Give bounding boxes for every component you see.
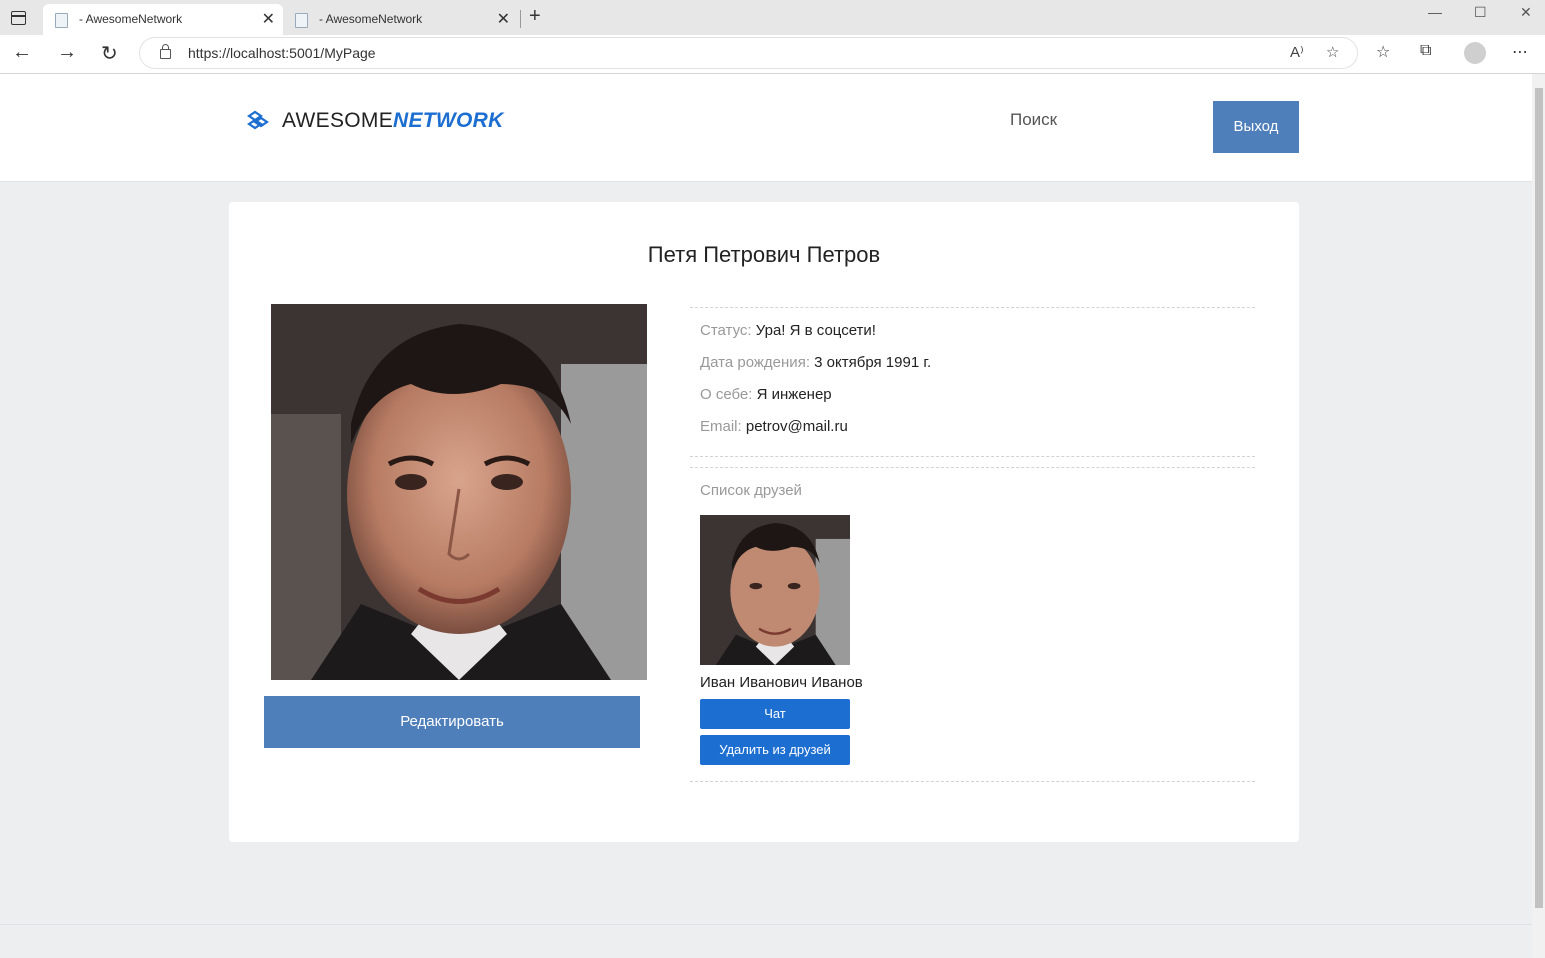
page-scrollbar[interactable] xyxy=(1532,74,1545,958)
status-value: Ура! Я в соцсети! xyxy=(755,322,876,339)
logo-icon xyxy=(247,110,269,130)
divider xyxy=(690,467,1255,468)
status-label: Статус: xyxy=(700,322,752,339)
forward-icon[interactable]: → xyxy=(57,41,77,64)
tab-separator xyxy=(520,10,521,28)
profile-name: Петя Петрович Петров xyxy=(647,242,881,267)
maximize-icon[interactable]: ☐ xyxy=(1474,4,1487,21)
favorites-icon[interactable]: ☆ xyxy=(1376,42,1390,62)
browser-toolbar: ← → ↻ https://localhost:5001/MyPage A⁾ ☆… xyxy=(0,35,1545,74)
remove-friend-button[interactable]: Удалить из друзей xyxy=(700,735,850,765)
email-label: Email: xyxy=(700,418,742,435)
lock-icon xyxy=(160,44,171,59)
profile-photo xyxy=(271,304,647,680)
read-aloud-icon[interactable]: A⁾ xyxy=(1290,43,1304,61)
footer-divider xyxy=(0,924,1532,925)
page-favicon-icon xyxy=(55,13,68,28)
page-viewport: AWESOMENETWORK Поиск Выход Петя Петрович… xyxy=(0,74,1532,958)
browser-tab-2[interactable]: - AwesomeNetwork ✕ xyxy=(283,4,518,35)
profile-card: Петя Петрович Петров Редактировать Стату… xyxy=(229,202,1299,842)
profile-avatar-icon[interactable] xyxy=(1464,42,1486,64)
scrollbar-thumb[interactable] xyxy=(1535,88,1543,908)
more-menu-icon[interactable]: ⋯ xyxy=(1512,42,1528,62)
birthdate-row: Дата рождения: 3 октября 1991 г. xyxy=(700,354,931,371)
page-favicon-icon xyxy=(295,13,308,28)
about-row: О себе: Я инженер xyxy=(700,386,832,403)
tab-title: - AwesomeNetwork xyxy=(79,12,183,26)
search-link[interactable]: Поиск xyxy=(1010,110,1057,130)
browser-tab-bar: - AwesomeNetwork ✕ - AwesomeNetwork ✕ + … xyxy=(0,0,1545,35)
status-row: Статус: Ура! Я в соцсети! xyxy=(700,322,876,339)
birthdate-value: 3 октября 1991 г. xyxy=(814,354,932,371)
logo-text: AWESOMENETWORK xyxy=(282,109,504,132)
collections-icon[interactable]: ⧉ xyxy=(1420,42,1431,60)
logout-button[interactable]: Выход xyxy=(1213,101,1299,153)
about-label: О себе: xyxy=(700,386,753,403)
friends-list-title: Список друзей xyxy=(700,482,802,499)
address-bar[interactable]: https://localhost:5001/MyPage A⁾ ☆ xyxy=(140,38,1357,68)
divider xyxy=(690,307,1255,308)
friend-name[interactable]: Иван Иванович Иванов xyxy=(700,674,863,691)
minimize-icon[interactable]: — xyxy=(1428,4,1442,20)
sidebar-toggle-icon[interactable] xyxy=(11,11,26,25)
url-text[interactable]: https://localhost:5001/MyPage xyxy=(188,45,376,61)
reload-icon[interactable]: ↻ xyxy=(101,41,118,66)
birthdate-label: Дата рождения: xyxy=(700,354,810,371)
browser-tab-1[interactable]: - AwesomeNetwork ✕ xyxy=(43,4,283,35)
close-tab-icon[interactable]: ✕ xyxy=(262,9,275,29)
edit-profile-button[interactable]: Редактировать xyxy=(264,696,640,748)
about-value: Я инженер xyxy=(756,386,832,403)
site-header: AWESOMENETWORK Поиск Выход xyxy=(0,74,1532,182)
email-value: petrov@mail.ru xyxy=(745,418,848,435)
chat-button[interactable]: Чат xyxy=(700,699,850,729)
divider xyxy=(690,781,1255,782)
tab-title: - AwesomeNetwork xyxy=(319,12,423,26)
new-tab-icon[interactable]: + xyxy=(529,5,541,28)
close-tab-icon[interactable]: ✕ xyxy=(497,9,510,29)
close-window-icon[interactable]: ✕ xyxy=(1520,4,1532,21)
add-favorite-icon[interactable]: ☆ xyxy=(1326,43,1339,61)
divider xyxy=(690,456,1255,457)
email-row: Email: petrov@mail.ru xyxy=(700,418,848,435)
friend-photo[interactable] xyxy=(700,515,850,665)
back-icon[interactable]: ← xyxy=(12,41,32,64)
